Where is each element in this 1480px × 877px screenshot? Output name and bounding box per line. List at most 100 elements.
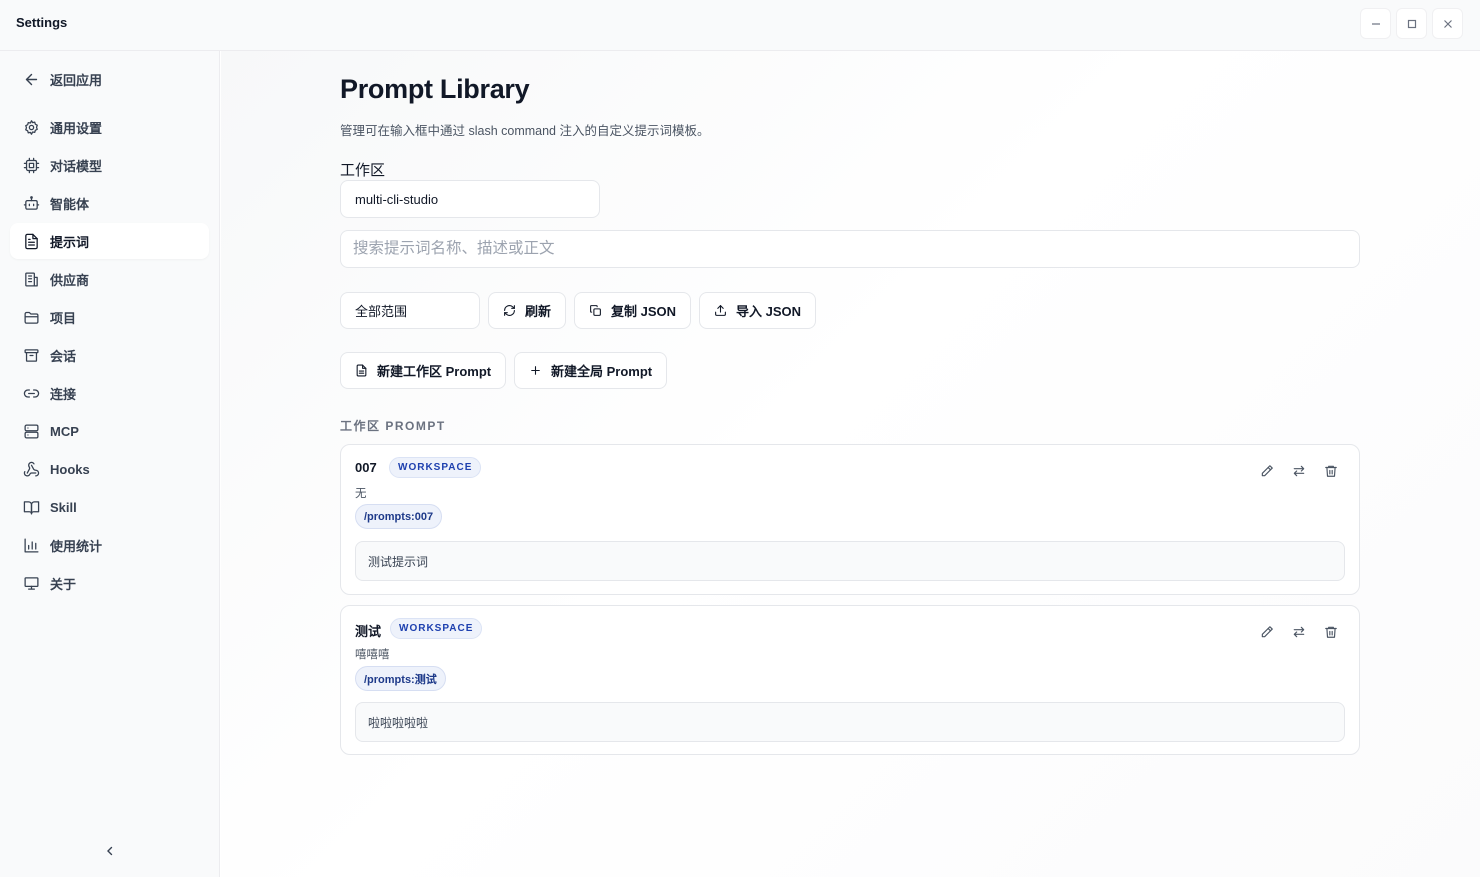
swap-icon xyxy=(1293,626,1305,638)
sidebar-item-label: 通用设置 xyxy=(50,120,103,136)
refresh-label: 刷新 xyxy=(525,304,552,319)
sidebar-item-label: 对话模型 xyxy=(50,158,103,174)
sidebar: 返回应用 通用设置 对话模型 智能体 提示词 供应商 项目 会话 连接 MCP … xyxy=(0,51,220,877)
sidebar-item-about[interactable]: 关于 xyxy=(10,565,209,601)
folder-icon xyxy=(22,308,40,326)
sidebar-item-general[interactable]: 通用设置 xyxy=(10,109,209,145)
link-icon xyxy=(22,384,40,402)
prompt-body: 啦啦啦啦啦 xyxy=(355,702,1345,742)
edit-button[interactable] xyxy=(1257,461,1277,481)
close-icon xyxy=(1443,19,1452,28)
sidebar-item-label: 使用统计 xyxy=(50,538,103,554)
back-to-app-label: 返回应用 xyxy=(50,72,103,88)
gear-icon xyxy=(22,118,40,136)
page-description: 管理可在输入框中通过 slash command 注入的自定义提示词模板。 xyxy=(340,124,710,138)
slash-command-tag: /prompts:007 xyxy=(355,504,443,529)
pencil-icon xyxy=(1261,626,1273,638)
bar-chart-icon xyxy=(22,536,40,554)
workspace-label: 工作区 xyxy=(340,162,386,179)
workspace-badge: WORKSPACE xyxy=(389,457,482,478)
window-title: Settings xyxy=(16,15,68,30)
sidebar-item-label: 会话 xyxy=(50,348,77,364)
workspace-badge: WORKSPACE xyxy=(390,618,483,639)
monitor-icon xyxy=(22,574,40,592)
move-scope-button[interactable] xyxy=(1289,622,1309,642)
title-bar: Settings xyxy=(0,0,1480,51)
refresh-icon xyxy=(503,304,517,318)
delete-button[interactable] xyxy=(1321,461,1341,481)
prompt-body: 测试提示词 xyxy=(355,541,1345,581)
server-icon xyxy=(22,422,40,440)
edit-button[interactable] xyxy=(1257,622,1277,642)
webhook-icon xyxy=(22,460,40,478)
archive-icon xyxy=(22,346,40,364)
copy-json-button[interactable]: 复制 JSON xyxy=(574,292,692,329)
file-icon xyxy=(355,364,369,378)
sidebar-item-label: Hooks xyxy=(50,461,90,477)
workspace-select-value: multi-cli-studio xyxy=(355,191,439,207)
sidebar-item-label: 连接 xyxy=(50,386,77,402)
sidebar-item-prompts[interactable]: 提示词 xyxy=(10,223,209,259)
prompt-description: 嘻嘻嘻 xyxy=(355,649,390,661)
trash-icon xyxy=(1325,626,1337,638)
sidebar-item-label: 关于 xyxy=(50,576,77,592)
bot-icon xyxy=(22,194,40,212)
sidebar-item-label: 智能体 xyxy=(50,196,90,212)
plus-icon xyxy=(529,364,543,378)
prompt-card: 007 WORKSPACE 无 /prompts:007 测试提示词 xyxy=(340,444,1360,595)
search-input[interactable] xyxy=(340,230,1360,268)
file-text-icon xyxy=(22,232,40,250)
sidebar-item-label: 提示词 xyxy=(50,234,90,250)
copy-icon xyxy=(589,304,603,318)
prompt-name: 007 xyxy=(355,460,377,475)
trash-icon xyxy=(1325,465,1337,477)
close-button[interactable] xyxy=(1432,8,1463,39)
sidebar-item-providers[interactable]: 供应商 xyxy=(10,261,209,297)
new-workspace-prompt-button[interactable]: 新建工作区 Prompt xyxy=(340,352,507,389)
collapse-sidebar-button[interactable] xyxy=(101,840,119,862)
back-to-app-button[interactable]: 返回应用 xyxy=(10,61,209,97)
refresh-button[interactable]: 刷新 xyxy=(488,292,567,329)
sidebar-item-label: 供应商 xyxy=(50,272,90,288)
sidebar-item-mcp[interactable]: MCP xyxy=(10,413,209,449)
workspace-select[interactable]: multi-cli-studio xyxy=(340,180,600,218)
chip-icon xyxy=(22,156,40,174)
copy-json-label: 复制 JSON xyxy=(611,304,677,319)
maximize-icon xyxy=(1407,19,1416,28)
book-icon xyxy=(22,498,40,516)
sidebar-item-sessions[interactable]: 会话 xyxy=(10,337,209,373)
prompt-description: 无 xyxy=(355,488,367,500)
new-workspace-prompt-label: 新建工作区 Prompt xyxy=(377,364,492,379)
sidebar-item-label: 项目 xyxy=(50,310,77,326)
scope-select[interactable]: 全部范围 xyxy=(340,292,480,329)
minimize-button[interactable] xyxy=(1360,8,1391,39)
scope-select-value: 全部范围 xyxy=(355,304,408,319)
sidebar-item-label: MCP xyxy=(50,423,79,439)
prompt-card: 测试 WORKSPACE 嘻嘻嘻 /prompts:测试 啦啦啦啦啦 xyxy=(340,605,1360,755)
move-scope-button[interactable] xyxy=(1289,461,1309,481)
pencil-icon xyxy=(1261,465,1273,477)
new-global-prompt-label: 新建全局 Prompt xyxy=(551,364,653,379)
building-icon xyxy=(22,270,40,288)
arrow-left-icon xyxy=(22,70,40,88)
slash-command-tag: /prompts:测试 xyxy=(355,666,446,691)
sidebar-item-hooks[interactable]: Hooks xyxy=(10,451,209,487)
sidebar-item-label: Skill xyxy=(50,499,77,515)
prompt-name: 测试 xyxy=(355,624,382,639)
sidebar-item-skill[interactable]: Skill xyxy=(10,489,209,525)
import-json-label: 导入 JSON xyxy=(736,304,802,319)
sidebar-item-projects[interactable]: 项目 xyxy=(10,299,209,335)
section-label: 工作区 PROMPT xyxy=(340,419,446,433)
page-title: Prompt Library xyxy=(340,74,530,104)
chevron-left-icon xyxy=(107,846,113,856)
sidebar-item-models[interactable]: 对话模型 xyxy=(10,147,209,183)
upload-icon xyxy=(714,304,728,318)
import-json-button[interactable]: 导入 JSON xyxy=(699,292,817,329)
sidebar-item-usage-stats[interactable]: 使用统计 xyxy=(10,527,209,563)
sidebar-item-connections[interactable]: 连接 xyxy=(10,375,209,411)
swap-icon xyxy=(1293,465,1305,477)
new-global-prompt-button[interactable]: 新建全局 Prompt xyxy=(514,352,668,389)
maximize-button[interactable] xyxy=(1396,8,1427,39)
delete-button[interactable] xyxy=(1321,622,1341,642)
sidebar-item-agents[interactable]: 智能体 xyxy=(10,185,209,221)
